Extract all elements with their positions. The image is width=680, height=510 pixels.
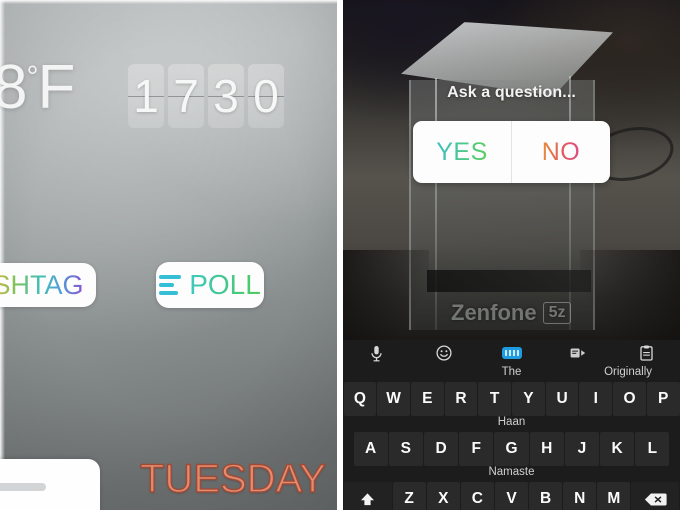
poll-option-no[interactable]: NO xyxy=(512,121,610,183)
key-d[interactable]: D xyxy=(423,432,459,466)
key-o[interactable]: O xyxy=(613,382,646,416)
clock-digit-tile: 1 xyxy=(128,64,164,128)
microphone-icon[interactable] xyxy=(343,345,410,362)
on-screen-keyboard: The Originally Q W E R T Y U I O P Haan … xyxy=(343,340,680,510)
poll-question-input[interactable]: Ask a question... xyxy=(343,84,680,102)
clock-digit: 1 xyxy=(133,70,159,122)
panel-top-edge xyxy=(0,0,337,4)
suggestion-word[interactable]: Originally xyxy=(604,366,652,378)
glass-dark-band xyxy=(427,270,591,292)
key-s[interactable]: S xyxy=(388,432,423,466)
key-b[interactable]: B xyxy=(529,482,563,510)
key-w[interactable]: W xyxy=(377,382,410,416)
keyboard-row-1: Q W E R T Y U I O P xyxy=(343,382,680,416)
zenfone-brand-engraving: Zenfone 5z xyxy=(427,296,597,330)
key-a[interactable]: A xyxy=(353,432,388,466)
key-c[interactable]: C xyxy=(460,482,494,510)
sticker-placeholder-bar xyxy=(0,483,46,491)
suggestion-word[interactable]: Namaste xyxy=(343,466,680,478)
clock-digit: 3 xyxy=(213,70,239,122)
suggestion-strip-2: Haan xyxy=(343,416,680,432)
clipboard-icon[interactable] xyxy=(613,345,680,361)
clock-digit: 7 xyxy=(173,70,199,122)
poll-sticker-label: POLL xyxy=(189,269,261,300)
key-l[interactable]: L xyxy=(635,432,670,466)
keyboard-toolbar xyxy=(343,340,680,366)
key-v[interactable]: V xyxy=(494,482,529,510)
key-x[interactable]: X xyxy=(426,482,460,510)
key-t[interactable]: T xyxy=(478,382,512,416)
emoji-icon[interactable] xyxy=(410,345,477,361)
temperature-sticker[interactable]: 8°F xyxy=(0,57,75,119)
keyboard-icon-active xyxy=(501,347,522,359)
key-n[interactable]: N xyxy=(563,482,597,510)
keyboard-icon[interactable] xyxy=(478,347,545,359)
screenshot-root: 8°F 1 7 3 0 SHTAG POLL TUESDAY Zenfone 5… xyxy=(0,0,680,510)
key-f[interactable]: F xyxy=(459,432,494,466)
key-y[interactable]: Y xyxy=(512,382,545,416)
suggestion-strip-1: The Originally xyxy=(343,366,680,382)
clock-digit-tile: 7 xyxy=(168,64,204,128)
key-u[interactable]: U xyxy=(545,382,579,416)
key-z[interactable]: Z xyxy=(392,482,426,510)
key-p[interactable]: P xyxy=(646,382,680,416)
translate-icon[interactable] xyxy=(545,346,612,360)
key-h[interactable]: H xyxy=(529,432,564,466)
key-q[interactable]: Q xyxy=(343,382,377,416)
camera-photo-area: Zenfone 5z Ask a question... YES NO xyxy=(343,0,680,340)
story-editor-panel: 8°F 1 7 3 0 SHTAG POLL TUESDAY xyxy=(0,0,337,510)
poll-composer-panel: Zenfone 5z Ask a question... YES NO The … xyxy=(343,0,680,510)
tuesday-sticker[interactable]: TUESDAY xyxy=(139,458,326,499)
glass-edge-left xyxy=(435,78,437,330)
shift-icon[interactable] xyxy=(343,482,392,510)
key-r[interactable]: R xyxy=(444,382,478,416)
poll-option-yes-label: YES xyxy=(436,137,488,166)
poll-options-widget: YES NO xyxy=(413,121,610,183)
clock-digit: 0 xyxy=(253,70,279,122)
clock-digit-tile: 3 xyxy=(208,64,244,128)
key-j[interactable]: J xyxy=(564,432,600,466)
photo-shadow-left xyxy=(343,250,429,340)
hashtag-sticker[interactable]: SHTAG xyxy=(0,263,96,307)
key-g[interactable]: G xyxy=(494,432,529,466)
poll-sticker[interactable]: POLL xyxy=(156,262,264,308)
keyboard-row-3: Z X C V B N M xyxy=(343,482,680,510)
key-e[interactable]: E xyxy=(410,382,444,416)
poll-option-no-label: NO xyxy=(541,137,581,166)
brand-name: Zenfone xyxy=(451,300,537,325)
keyboard-row-2: A S D F G H J K L xyxy=(343,432,680,466)
key-m[interactable]: M xyxy=(597,482,631,510)
poll-option-yes[interactable]: YES xyxy=(413,121,512,183)
brand-model: 5z xyxy=(542,302,572,324)
hashtag-sticker-label: SHTAG xyxy=(0,271,84,299)
suggestion-word[interactable]: Haan xyxy=(343,416,680,428)
suggestion-strip-3: Namaste xyxy=(343,466,680,482)
partial-sticker-card[interactable] xyxy=(0,459,100,510)
flip-clock-sticker[interactable]: 1 7 3 0 xyxy=(128,64,284,128)
clock-digit-tile: 0 xyxy=(248,64,284,128)
poll-bars-icon xyxy=(159,275,182,295)
key-k[interactable]: K xyxy=(600,432,635,466)
backspace-icon[interactable] xyxy=(631,482,680,510)
photo-shadow-right xyxy=(580,250,680,340)
key-i[interactable]: I xyxy=(579,382,613,416)
